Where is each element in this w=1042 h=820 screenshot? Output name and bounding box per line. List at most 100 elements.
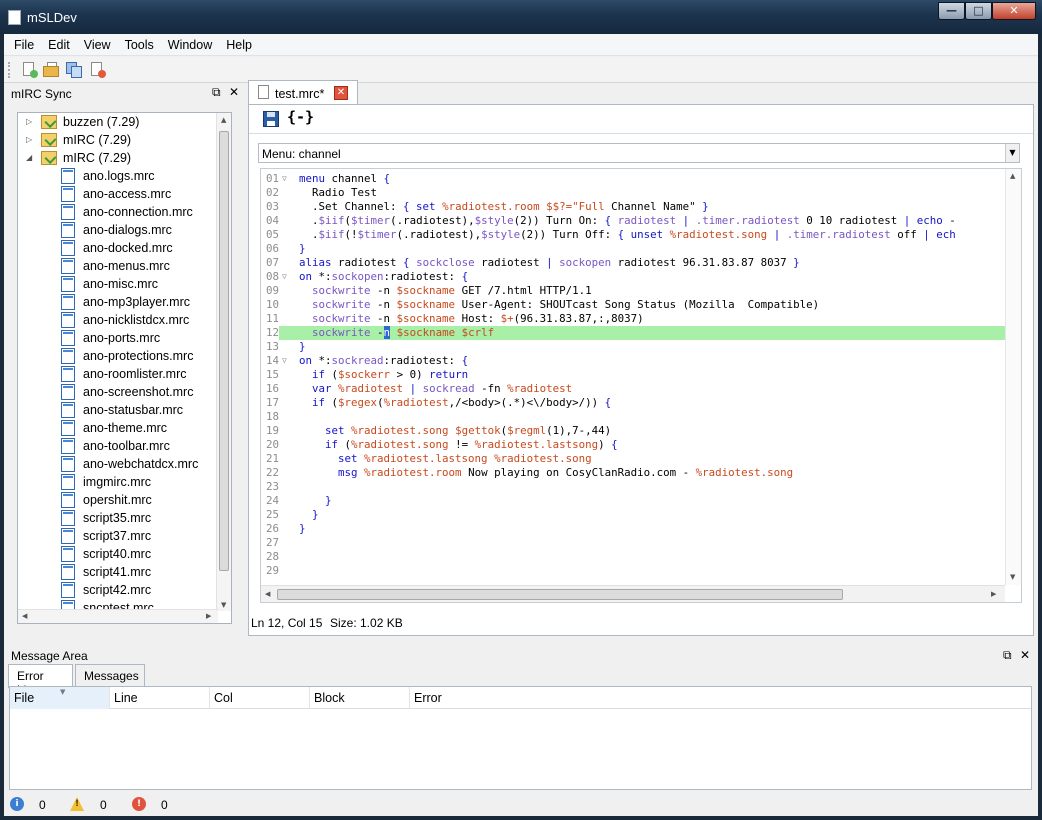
expand-arrow-icon[interactable]: ▷: [26, 113, 32, 131]
collapse-arrow-icon[interactable]: ◢: [26, 149, 32, 167]
code-line[interactable]: 29: [261, 564, 1005, 578]
tab-error-list[interactable]: Error List: [8, 664, 73, 697]
file-item[interactable]: ano-roomlister.mrc: [18, 365, 218, 383]
save-icon[interactable]: [263, 111, 279, 127]
file-item[interactable]: ano-webchatdcx.mrc: [18, 455, 218, 473]
file-item[interactable]: ano-nicklistdcx.mrc: [18, 311, 218, 329]
file-item[interactable]: script41.mrc: [18, 563, 218, 581]
code-line[interactable]: 11 sockwrite -n $sockname Host: $+(96.31…: [261, 312, 1005, 326]
close-pane-icon[interactable]: ✕: [1020, 648, 1030, 662]
file-item[interactable]: opershit.mrc: [18, 491, 218, 509]
column-header-col[interactable]: Col: [210, 687, 310, 709]
code-line[interactable]: 18: [261, 410, 1005, 424]
code-line[interactable]: 12 sockwrite -n $sockname $crlf: [261, 326, 1005, 340]
menu-block-select[interactable]: Menu: channel ▼: [258, 143, 1020, 163]
scroll-down-icon[interactable]: ▼: [1010, 573, 1015, 581]
code-horizontal-scrollbar[interactable]: ◀ ▶: [261, 585, 1005, 602]
menu-tools[interactable]: Tools: [118, 34, 161, 52]
file-item[interactable]: imgmirc.mrc: [18, 473, 218, 491]
expand-arrow-icon[interactable]: ▷: [26, 131, 32, 149]
scroll-up-icon[interactable]: ▲: [1010, 172, 1015, 180]
code-line[interactable]: 27: [261, 536, 1005, 550]
code-line[interactable]: 25 }: [261, 508, 1005, 522]
info-icon[interactable]: i: [10, 797, 24, 811]
toolbar-grip[interactable]: [8, 62, 11, 78]
code-line[interactable]: 15 if ($sockerr > 0) return: [261, 368, 1005, 382]
delete-file-icon[interactable]: [88, 61, 106, 79]
minimize-button[interactable]: —: [938, 2, 965, 20]
code-line[interactable]: 06}: [261, 242, 1005, 256]
scroll-thumb[interactable]: [277, 589, 843, 600]
close-button[interactable]: ✕: [992, 2, 1036, 20]
column-header-line[interactable]: Line: [110, 687, 210, 709]
code-line[interactable]: 22 msg %radiotest.room Now playing on Co…: [261, 466, 1005, 480]
code-line[interactable]: 04 .$iif($timer(.radiotest),$style(2)) T…: [261, 214, 1005, 228]
scroll-thumb[interactable]: [219, 131, 229, 571]
chevron-down-icon[interactable]: ▼: [1005, 144, 1019, 162]
column-header-error[interactable]: Error: [410, 687, 1031, 709]
file-item[interactable]: ano-connection.mrc: [18, 203, 218, 221]
code-line[interactable]: 03 .Set Channel: { set %radiotest.room $…: [261, 200, 1005, 214]
code-line[interactable]: 05 .$iif(!$timer(.radiotest),$style(2)) …: [261, 228, 1005, 242]
file-item[interactable]: ano-menus.mrc: [18, 257, 218, 275]
maximize-button[interactable]: □: [965, 2, 992, 20]
file-item[interactable]: ano-screenshot.mrc: [18, 383, 218, 401]
scroll-left-icon[interactable]: ◀: [265, 590, 270, 598]
code-line[interactable]: 20 if (%radiotest.song != %radiotest.las…: [261, 438, 1005, 452]
file-item[interactable]: ano-docked.mrc: [18, 239, 218, 257]
float-icon[interactable]: ⧉: [212, 85, 221, 100]
menu-view[interactable]: View: [77, 34, 118, 52]
file-item[interactable]: script40.mrc: [18, 545, 218, 563]
tab-messages[interactable]: Messages: [75, 664, 145, 686]
file-item[interactable]: ano-mp3player.mrc: [18, 293, 218, 311]
copy-icon[interactable]: [65, 61, 83, 79]
file-item[interactable]: ano-ports.mrc: [18, 329, 218, 347]
code-line[interactable]: 07 alias radiotest { sockclose radiotest …: [261, 256, 1005, 270]
tree-node[interactable]: ▷ buzzen (7.29): [18, 113, 218, 131]
tab-test-mrc[interactable]: test.mrc* ✕: [248, 80, 358, 106]
code-line[interactable]: 08 ▽ on *:sockopen:radiotest: {: [261, 270, 1005, 284]
menu-window[interactable]: Window: [161, 34, 219, 52]
file-item[interactable]: ano-statusbar.mrc: [18, 401, 218, 419]
code-vertical-scrollbar[interactable]: ▲ ▼: [1005, 169, 1021, 585]
scroll-up-icon[interactable]: ▲: [221, 116, 226, 124]
file-item[interactable]: ano.logs.mrc: [18, 167, 218, 185]
file-item[interactable]: ano-theme.mrc: [18, 419, 218, 437]
code-line[interactable]: 09 sockwrite -n $sockname GET /7.html HT…: [261, 284, 1005, 298]
file-item[interactable]: ano-protections.mrc: [18, 347, 218, 365]
file-item[interactable]: ano-toolbar.mrc: [18, 437, 218, 455]
tree-vertical-scrollbar[interactable]: ▲ ▼: [216, 113, 231, 611]
code-line[interactable]: 28: [261, 550, 1005, 564]
code-lines[interactable]: 01 ▽ menu channel {02 Radio Test 03 .Set Ch…: [261, 172, 1005, 582]
open-folder-icon[interactable]: [42, 61, 60, 79]
file-item[interactable]: ano-misc.mrc: [18, 275, 218, 293]
scroll-right-icon[interactable]: ▶: [991, 590, 996, 598]
scroll-right-icon[interactable]: ▶: [206, 612, 211, 620]
file-item[interactable]: ano-dialogs.mrc: [18, 221, 218, 239]
tree-node[interactable]: ◢ mIRC (7.29): [18, 149, 218, 167]
menu-help[interactable]: Help: [219, 34, 259, 52]
scroll-left-icon[interactable]: ◀: [22, 612, 27, 620]
column-header-file[interactable]: File ▼: [10, 687, 110, 709]
code-line[interactable]: 02 Radio Test: [261, 186, 1005, 200]
code-line[interactable]: 24 }: [261, 494, 1005, 508]
tree-horizontal-scrollbar[interactable]: ◀ ▶: [18, 609, 218, 623]
code-line[interactable]: 17 if ($regex(%radiotest,/<body>(.*)<\/b…: [261, 396, 1005, 410]
braces-icon[interactable]: {-}: [287, 108, 314, 126]
fold-icon[interactable]: ▽: [282, 270, 292, 284]
float-icon[interactable]: ⧉: [1003, 648, 1012, 663]
fold-icon[interactable]: ▽: [282, 172, 292, 186]
warning-icon[interactable]: !: [70, 797, 84, 811]
code-editor[interactable]: 01 ▽ menu channel {02 Radio Test 03 .Set Ch…: [260, 168, 1022, 603]
code-line[interactable]: 01 ▽ menu channel {: [261, 172, 1005, 186]
code-line[interactable]: 21 set %radiotest.lastsong %radiotest.so…: [261, 452, 1005, 466]
close-tab-icon[interactable]: ✕: [334, 86, 348, 100]
code-line[interactable]: 13}: [261, 340, 1005, 354]
menu-file[interactable]: File: [4, 34, 41, 52]
fold-icon[interactable]: ▽: [282, 354, 292, 368]
code-line[interactable]: 10 sockwrite -n $sockname User-Agent: SH…: [261, 298, 1005, 312]
tree-node[interactable]: ▷ mIRC (7.29): [18, 131, 218, 149]
file-item[interactable]: script35.mrc: [18, 509, 218, 527]
code-line[interactable]: 23: [261, 480, 1005, 494]
file-item[interactable]: script42.mrc: [18, 581, 218, 599]
